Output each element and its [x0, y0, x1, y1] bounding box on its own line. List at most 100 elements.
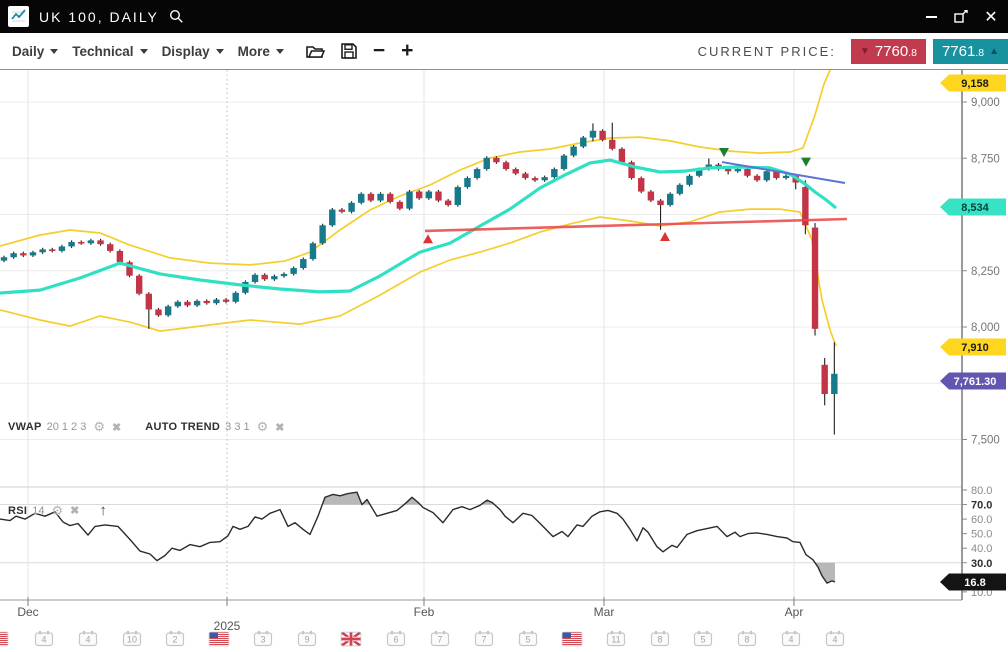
rsi-params: 14: [32, 505, 44, 517]
close-icon[interactable]: ✖: [70, 504, 79, 517]
zoom-in-icon[interactable]: +: [401, 41, 413, 61]
calendar-event-icon[interactable]: 5: [695, 631, 712, 646]
svg-text:3: 3: [260, 635, 265, 645]
price-tick-label: 8,750: [971, 153, 1000, 165]
rsi-tick-label: 60.0: [971, 514, 992, 526]
menu-more[interactable]: More: [238, 44, 284, 59]
svg-text:6: 6: [393, 635, 398, 645]
candle: [667, 194, 673, 205]
calendar-event-icon[interactable]: 11: [608, 631, 625, 646]
popout-button[interactable]: [948, 6, 974, 28]
candle: [261, 275, 267, 280]
candle: [426, 192, 432, 199]
uk-flag-icon[interactable]: [341, 632, 361, 646]
chevron-down-icon: [216, 49, 224, 54]
candle: [619, 149, 625, 163]
candle: [290, 268, 296, 274]
calendar-event-icon[interactable]: 4: [783, 631, 800, 646]
menu-more-label: More: [238, 44, 270, 59]
us-flag-icon[interactable]: [562, 632, 582, 646]
arrow-up-icon: ▲: [989, 39, 999, 64]
gear-icon[interactable]: ⚙: [93, 419, 105, 435]
rsi-line: [0, 492, 835, 583]
open-folder-icon[interactable]: [306, 44, 325, 59]
menu-display[interactable]: Display: [162, 44, 224, 59]
buy-price-button[interactable]: 7761 .8 ▲: [933, 39, 1008, 64]
candle: [1, 257, 7, 260]
close-icon[interactable]: ✖: [112, 421, 121, 434]
candle: [831, 374, 837, 394]
candle: [368, 194, 374, 201]
price-tag: 8,534: [940, 199, 1006, 216]
svg-text:8: 8: [744, 635, 749, 645]
menu-technical[interactable]: Technical: [72, 44, 147, 59]
search-icon[interactable]: [169, 9, 184, 24]
candle: [484, 158, 490, 169]
gear-icon[interactable]: ⚙: [257, 419, 269, 435]
candle: [406, 192, 412, 209]
menu-daily[interactable]: Daily: [12, 44, 58, 59]
chevron-down-icon: [50, 49, 58, 54]
calendar-event-icon[interactable]: 8: [652, 631, 669, 646]
candle: [300, 259, 306, 268]
price-tag: 7,761.30: [940, 373, 1006, 390]
candle: [49, 249, 55, 251]
menu-daily-label: Daily: [12, 44, 44, 59]
rsi-label: RSI: [8, 505, 27, 517]
svg-text:5: 5: [700, 635, 705, 645]
price-tick-label: 8,250: [971, 266, 1000, 278]
svg-text:4: 4: [832, 635, 837, 645]
price-chart[interactable]: 9,0008,7508,2508,0007,50080.070.060.050.…: [0, 70, 1008, 652]
svg-text:7,761.30: 7,761.30: [954, 376, 997, 388]
candle: [435, 192, 441, 201]
calendar-event-icon[interactable]: 5: [520, 631, 537, 646]
candle: [590, 131, 596, 138]
expand-arrow-icon[interactable]: ↑: [99, 502, 107, 519]
candle: [30, 252, 36, 255]
calendar-event-icon[interactable]: 4: [827, 631, 844, 646]
calendar-event-icon[interactable]: 8: [739, 631, 756, 646]
calendar-event-icon[interactable]: 7: [432, 631, 449, 646]
calendar-event-icon[interactable]: 3: [255, 631, 272, 646]
rsi-pane: [0, 492, 835, 583]
candle: [725, 169, 731, 171]
calendar-event-icon[interactable]: 4: [36, 631, 53, 646]
candle: [194, 301, 200, 306]
month-label: Apr: [785, 605, 804, 619]
chart-area[interactable]: 9,0008,7508,2508,0007,50080.070.060.050.…: [0, 70, 1008, 652]
candle: [561, 156, 567, 170]
minimize-button[interactable]: [918, 6, 944, 28]
candle: [541, 177, 547, 180]
calendar-event-icon[interactable]: 4: [80, 631, 97, 646]
candle: [107, 244, 113, 251]
calendar-event-icon[interactable]: 9: [299, 631, 316, 646]
calendar-event-icon[interactable]: 6: [388, 631, 405, 646]
sell-price-value: 7760: [875, 39, 908, 64]
close-button[interactable]: ✕: [978, 6, 1004, 28]
candle: [20, 253, 26, 255]
menu-technical-label: Technical: [72, 44, 133, 59]
zoom-out-icon[interactable]: −: [373, 41, 385, 61]
sell-price-button[interactable]: ▼ 7760 .8: [851, 39, 926, 64]
gear-icon[interactable]: ⚙: [52, 503, 64, 519]
candle: [416, 192, 422, 199]
svg-text:10: 10: [127, 635, 137, 645]
close-icon[interactable]: ✖: [275, 421, 284, 434]
candle: [78, 242, 84, 244]
candle: [580, 138, 586, 147]
svg-text:9,158: 9,158: [961, 78, 989, 90]
calendar-event-icon[interactable]: 7: [476, 631, 493, 646]
menu-display-label: Display: [162, 44, 210, 59]
us-flag-icon[interactable]: [209, 632, 229, 646]
calendar-event-icon[interactable]: 10: [124, 631, 141, 646]
bollinger-lower-line: [0, 209, 836, 346]
calendar-event-icon[interactable]: 2: [167, 631, 184, 646]
candle: [532, 178, 538, 180]
price-tag: 7,910: [940, 339, 1006, 356]
save-icon[interactable]: [341, 43, 357, 59]
price-tick-label: 8,000: [971, 322, 1000, 334]
svg-text:9: 9: [304, 635, 309, 645]
us-flag-icon[interactable]: [0, 632, 8, 646]
candle: [609, 140, 615, 149]
svg-text:4: 4: [788, 635, 793, 645]
